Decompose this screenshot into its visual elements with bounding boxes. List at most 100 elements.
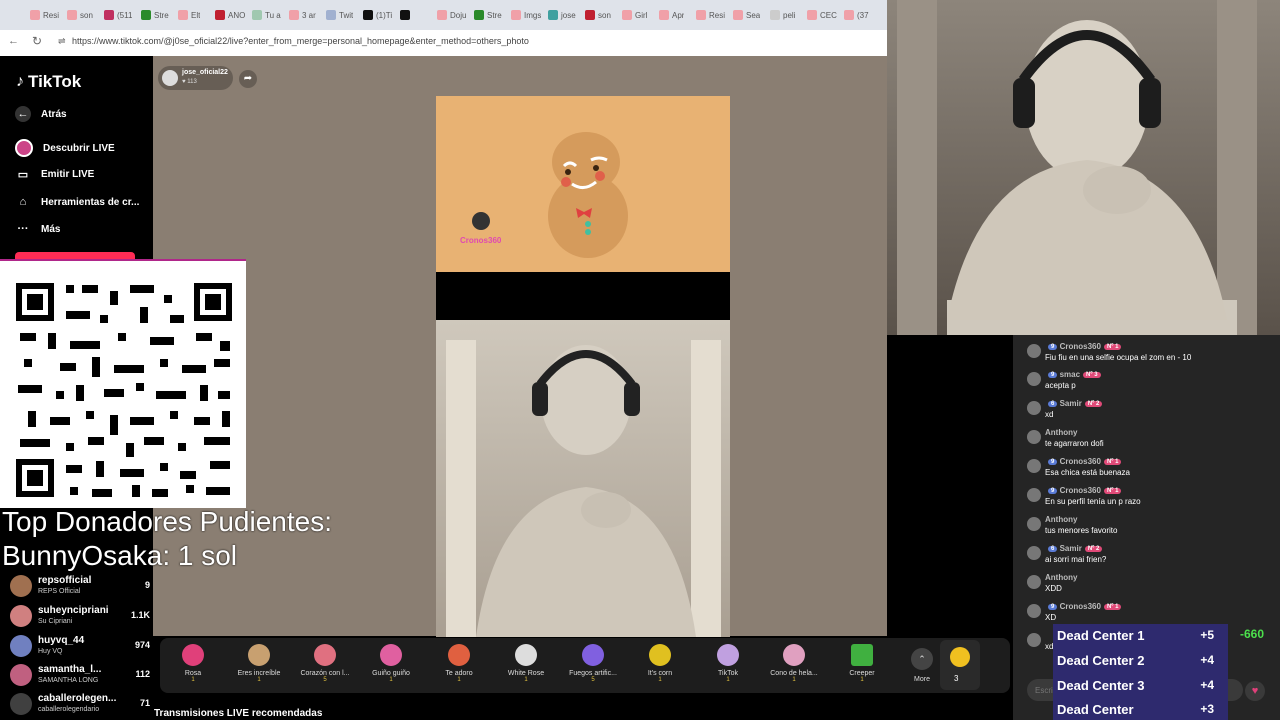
tab-favicon-icon [696, 10, 706, 20]
gift-icon [783, 644, 805, 666]
camera-icon: ▭ [17, 168, 29, 181]
avatar [10, 635, 32, 657]
gift-item[interactable]: Cono de hela... 1 [761, 644, 827, 683]
avatar [1027, 517, 1041, 531]
browser-tab[interactable]: (1)Ti [363, 6, 392, 24]
dead-center-value: +5 [1200, 628, 1214, 642]
browser-tab[interactable]: Sea [733, 6, 760, 24]
tiktok-logo[interactable]: ♪ TikTok [16, 72, 81, 92]
level-badge: 9 [1048, 603, 1058, 610]
tab-title: CEC [820, 10, 837, 20]
gift-item[interactable]: Guiño guiño 1 [358, 644, 424, 683]
chat-username: Cronos360 [1059, 486, 1101, 495]
tab-favicon-icon [548, 10, 558, 20]
gift-price: 1 [191, 677, 195, 683]
tab-title: (37 [857, 10, 869, 20]
gift-name: Guiño guiño [372, 670, 410, 677]
nav-more[interactable]: ··· Más [15, 221, 61, 237]
gift-item[interactable]: Te adoro 1 [426, 644, 492, 683]
tab-favicon-icon [363, 10, 373, 20]
browser-tab[interactable]: Twit [326, 6, 353, 24]
browser-tab[interactable]: Imgs [511, 6, 541, 24]
chat-username: Anthony [1045, 573, 1078, 582]
arrow-left-icon: ← [15, 106, 31, 122]
tab-title: Sea [746, 10, 761, 20]
leaderboard-item[interactable]: samantha_l... SAMANTHA LONG 112 [10, 661, 150, 689]
host-likes-count: 113 [187, 79, 197, 85]
browser-tab[interactable]: Doju [437, 6, 466, 24]
tab-title: Tu a [265, 10, 281, 20]
chat-text: Esa chica está buenaza [1045, 468, 1130, 477]
browser-tab[interactable]: jose [548, 6, 576, 24]
browser-tab[interactable]: Elt [178, 6, 200, 24]
leaderboard-item[interactable]: huyvq_44 Huy VQ 974 [10, 632, 150, 660]
browser-tab[interactable]: son [67, 6, 93, 24]
gift-item[interactable]: White Rose 1 [493, 644, 559, 683]
gift-price: 5 [323, 677, 327, 683]
avatar [1027, 430, 1041, 444]
avatar [10, 693, 32, 715]
browser-tab[interactable] [400, 6, 413, 24]
leaderboard-item[interactable]: suheyncipriani Su Cipriani 1.1K [10, 602, 150, 630]
browser-tab[interactable]: (37 [844, 6, 869, 24]
coin-balance-button[interactable]: 3 [940, 640, 980, 690]
gift-item[interactable]: It's corn 1 [627, 644, 693, 683]
gingerbread-icon [548, 132, 628, 258]
gift-item[interactable]: Creeper 1 [829, 644, 895, 683]
gift-name: TikTok [718, 670, 738, 677]
browser-tab[interactable]: Resi [30, 6, 59, 24]
chat-text: ai sorri mai frien? [1045, 555, 1107, 564]
browser-tab[interactable]: Stre [141, 6, 169, 24]
leaderboard-item[interactable]: repsofficial REPS Official 9 [10, 572, 150, 600]
nav-creator-tools[interactable]: ⌂ Herramientas de cr... [15, 194, 140, 210]
browser-tab[interactable]: Resi [696, 6, 725, 24]
browser-tab[interactable]: 3 ar [289, 6, 316, 24]
gift-item[interactable]: TikTok 1 [695, 644, 761, 683]
avatar [1027, 633, 1041, 647]
reload-icon[interactable]: ↻ [32, 34, 42, 48]
browser-tab[interactable]: peli [770, 6, 795, 24]
gift-item[interactable]: Eres increíble 1 [226, 644, 292, 683]
gift-price: 5 [591, 677, 595, 683]
browser-tab[interactable]: Stre [474, 6, 502, 24]
gift-item[interactable]: Rosa 1 [160, 644, 226, 683]
gift-name: Eres increíble [237, 670, 281, 677]
browser-tab[interactable]: ANO [215, 6, 245, 24]
nav-discover-live[interactable]: Descubrir LIVE [15, 139, 115, 157]
leaderboard-item[interactable]: caballerolegen... caballerolegendario 71 [10, 690, 150, 718]
gift-price: 1 [524, 677, 528, 683]
level-badge: 9 [1048, 487, 1058, 494]
gift-icon [380, 644, 402, 666]
heart-icon[interactable]: ♥ [1245, 681, 1265, 701]
browser-tab[interactable]: Apr [659, 6, 684, 24]
share-icon[interactable]: ➦ [239, 70, 257, 88]
nav-go-live-label: Emitir LIVE [41, 168, 95, 180]
nav-go-live[interactable]: ▭ Emitir LIVE [15, 166, 95, 182]
browser-tab[interactable]: (511 [104, 6, 132, 24]
leaderboard-count: 112 [135, 669, 150, 679]
avatar [1027, 372, 1041, 386]
gift-price: 1 [726, 677, 730, 683]
host-card[interactable]: jose_oficial22 ♥ 113 [158, 66, 233, 90]
tab-title: (1)Ti [376, 10, 393, 20]
browser-tab[interactable]: CEC [807, 6, 837, 24]
browser-tab-bar: Resi son (511 Stre Elt ANO Tu a 3 ar Twit (1)Ti Do… [0, 0, 887, 30]
chat-username: smac [1059, 370, 1081, 379]
chat-text: te agarraron dofi [1045, 439, 1104, 448]
gift-item[interactable]: Corazón con l... 5 [292, 644, 358, 683]
tab-favicon-icon [659, 10, 669, 20]
chat-text: Fiu fiu en una selfie ocupa el zom en - … [1045, 353, 1192, 362]
dead-center-label: Dead Center 3 [1057, 678, 1145, 693]
back-icon[interactable]: ← [8, 35, 19, 47]
site-info-icon[interactable]: ⇌ [58, 36, 66, 47]
more-icon: ··· [17, 223, 29, 235]
host-avatar [162, 70, 178, 86]
browser-tab[interactable]: Tu a [252, 6, 281, 24]
browser-tab[interactable]: son [585, 6, 611, 24]
tab-title: Elt [191, 10, 201, 20]
gift-icon [248, 644, 270, 666]
gift-item[interactable]: Fuegos artific... 5 [560, 644, 626, 683]
url-text[interactable]: https://www.tiktok.com/@j0se_oficial22/l… [72, 36, 529, 46]
nav-back[interactable]: ← Atrás [15, 106, 67, 122]
browser-tab[interactable]: Girl [622, 6, 647, 24]
